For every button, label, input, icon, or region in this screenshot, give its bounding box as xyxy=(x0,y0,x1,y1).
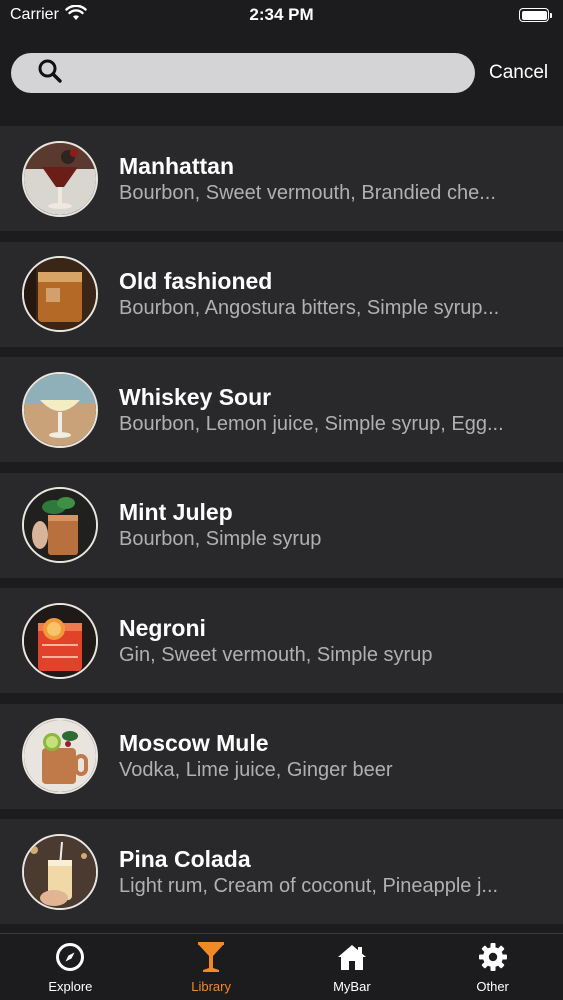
search-icon xyxy=(37,58,63,89)
app-screen: Carrier 2:34 PM Cancel Manhattan Bourbon… xyxy=(0,0,563,1000)
list-item-text: Pina Colada Light rum, Cream of coconut,… xyxy=(119,845,539,899)
cocktail-name: Whiskey Sour xyxy=(119,383,272,410)
tab-library[interactable]: Library xyxy=(141,934,281,994)
search-input[interactable] xyxy=(73,53,453,93)
search-row: Cancel xyxy=(0,38,563,108)
tab-other[interactable]: Other xyxy=(423,934,563,994)
tab-label: Other xyxy=(476,979,509,994)
tab-mybar[interactable]: MyBar xyxy=(282,934,422,994)
list-item-pina-colada[interactable]: Pina Colada Light rum, Cream of coconut,… xyxy=(0,819,563,924)
cocktail-ingredients: Vodka, Lime juice, Ginger beer xyxy=(119,759,393,781)
list-item-old-fashioned[interactable]: Old fashioned Bourbon, Angostura bitters… xyxy=(0,241,563,347)
tab-label: Explore xyxy=(48,979,93,994)
cocktail-ingredients: Light rum, Cream of coconut, Pineapple j… xyxy=(119,874,499,897)
tab-label: MyBar xyxy=(333,979,371,994)
carrier-label: Carrier xyxy=(10,6,59,23)
cocktail-name: Manhattan xyxy=(119,152,234,179)
list-item-manhattan[interactable]: Manhattan Bourbon, Sweet vermouth, Brand… xyxy=(0,126,563,231)
compass-icon xyxy=(54,941,86,973)
search-bar[interactable] xyxy=(11,53,475,93)
cancel-button[interactable]: Cancel xyxy=(489,62,548,84)
list-item-mint-julep[interactable]: Mint Julep Bourbon, Simple syrup xyxy=(0,472,563,578)
tab-explore[interactable]: Explore xyxy=(0,934,140,994)
cocktail-name: Old fashioned xyxy=(119,268,273,294)
home-icon xyxy=(336,941,368,973)
cocktail-thumbnail xyxy=(22,256,98,332)
tab-bar: Explore Library MyBar Other xyxy=(0,933,563,1000)
cocktail-ingredients: Bourbon, Angostura bitters, Simple syrup… xyxy=(119,297,500,319)
wifi-icon xyxy=(65,4,87,26)
cocktail-name: Pina Colada xyxy=(119,845,251,872)
list-item-text: Old fashioned Bourbon, Angostura bitters… xyxy=(119,267,539,321)
cocktail-thumbnail xyxy=(22,487,98,563)
list-item-negroni[interactable]: Negroni Gin, Sweet vermouth, Simple syru… xyxy=(0,588,563,693)
list-item-text: Moscow Mule Vodka, Lime juice, Ginger be… xyxy=(119,729,539,783)
battery-icon xyxy=(519,8,552,22)
cocktail-ingredients: Bourbon, Lemon juice, Simple syrup, Egg.… xyxy=(119,412,504,435)
list-item-text: Manhattan Bourbon, Sweet vermouth, Brand… xyxy=(119,152,539,206)
cocktail-name: Mint Julep xyxy=(119,499,233,525)
list-item-text: Whiskey Sour Bourbon, Lemon juice, Simpl… xyxy=(119,383,539,437)
cocktail-thumbnail xyxy=(22,371,98,448)
list-item-moscow-mule[interactable]: Moscow Mule Vodka, Lime juice, Ginger be… xyxy=(0,703,563,809)
list-item-whiskey-sour[interactable]: Whiskey Sour Bourbon, Lemon juice, Simpl… xyxy=(0,357,563,462)
cocktail-name: Moscow Mule xyxy=(119,730,269,756)
cocktail-thumbnail xyxy=(22,833,98,910)
cocktail-thumbnail xyxy=(22,140,98,217)
cocktail-ingredients: Bourbon, Simple syrup xyxy=(119,528,322,550)
status-left: Carrier xyxy=(10,4,87,26)
cocktail-ingredients: Gin, Sweet vermouth, Simple syrup xyxy=(119,643,433,666)
cocktail-thumbnail xyxy=(22,718,98,794)
cocktail-ingredients: Bourbon, Sweet vermouth, Brandied che... xyxy=(119,181,496,204)
cocktail-thumbnail xyxy=(22,602,98,679)
list-item-text: Negroni Gin, Sweet vermouth, Simple syru… xyxy=(119,614,539,668)
cocktail-name: Negroni xyxy=(119,614,206,641)
status-bar: Carrier 2:34 PM xyxy=(0,0,563,30)
list-item-text: Mint Julep Bourbon, Simple syrup xyxy=(119,498,539,552)
cocktail-glass-icon xyxy=(195,941,227,973)
gear-icon xyxy=(477,941,509,973)
tab-label: Library xyxy=(191,979,231,994)
cocktail-list: Manhattan Bourbon, Sweet vermouth, Brand… xyxy=(0,126,563,935)
